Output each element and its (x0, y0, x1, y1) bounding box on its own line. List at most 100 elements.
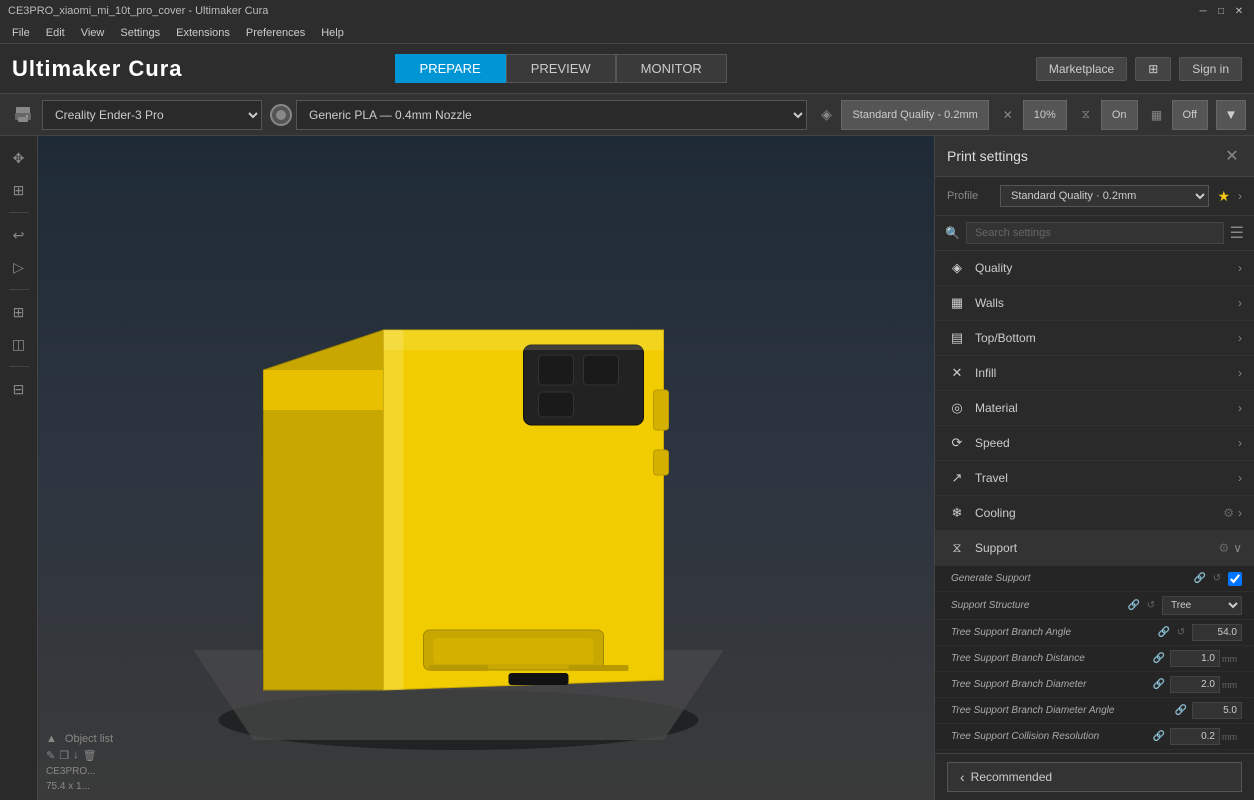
branch-diam-angle-link-icon[interactable]: 🔗 (1174, 704, 1188, 718)
app-container: Ultimaker Cura PREPARE PREVIEW MONITOR M… (0, 44, 1254, 800)
panel-close-button[interactable]: ✕ (1222, 146, 1242, 166)
printer-selector[interactable]: Creality Ender-3 Pro (8, 100, 262, 130)
grid-view-button[interactable]: ⊞ (5, 298, 33, 326)
signin-button[interactable]: Sign in (1179, 57, 1242, 81)
viewport: ▲ Object list ✎ ❐ ↓ 🗑 CE3PRO... (38, 136, 934, 800)
marketplace-button[interactable]: Marketplace (1036, 57, 1127, 81)
profile-select[interactable]: Standard Quality · 0.2mm (1000, 185, 1209, 207)
branch-distance-link-icon[interactable]: 🔗 (1152, 652, 1166, 666)
infill-area[interactable]: ✕ 10% (997, 100, 1067, 130)
quality-chevron-icon[interactable]: › (1238, 261, 1242, 275)
select-tool-button[interactable]: ⊞ (5, 176, 33, 204)
grid-icon[interactable]: ⊞ (1135, 57, 1171, 81)
profile-chevron-icon[interactable]: › (1238, 189, 1242, 203)
settings-menu-button[interactable]: ☰ (1230, 223, 1244, 243)
settings-panel-button[interactable]: ▼ (1216, 100, 1246, 130)
redo-button[interactable]: ▷ (5, 253, 33, 281)
menu-view[interactable]: View (73, 25, 113, 41)
branch-angle-input[interactable] (1192, 624, 1242, 641)
viewport-bottom-bar: ▲ Object list ✎ ❐ ↓ 🗑 CE3PRO... (46, 733, 113, 792)
tab-preview[interactable]: PREVIEW (506, 54, 616, 83)
branch-angle-reset-icon[interactable]: ↺ (1174, 626, 1188, 640)
branch-diam-angle-input[interactable] (1192, 702, 1242, 719)
cooling-chevron-icon[interactable]: › (1238, 506, 1242, 520)
category-walls[interactable]: ▦ Walls › (935, 286, 1254, 321)
object-icons: ✎ ❐ ↓ 🗑 (46, 749, 97, 762)
category-quality[interactable]: ◈ Quality › (935, 251, 1254, 286)
collision-res-input[interactable] (1170, 728, 1220, 745)
toolbar-right: ▼ (1216, 100, 1246, 130)
arrange-button[interactable]: ⊟ (5, 375, 33, 403)
menu-help[interactable]: Help (313, 25, 352, 41)
material-chevron-icon[interactable]: › (1238, 401, 1242, 415)
quality-profile-button[interactable]: Standard Quality - 0.2mm (841, 100, 988, 130)
support-structure-label: Support Structure (951, 600, 1127, 611)
printer-select[interactable]: Creality Ender-3 Pro (42, 100, 262, 130)
category-infill[interactable]: ✕ Infill › (935, 356, 1254, 391)
layer-view-button[interactable]: ◫ (5, 330, 33, 358)
topbottom-chevron-icon[interactable]: › (1238, 331, 1242, 345)
menu-extensions[interactable]: Extensions (168, 25, 238, 41)
menu-preferences[interactable]: Preferences (238, 25, 313, 41)
duplicate-icon[interactable]: ❐ (59, 749, 69, 762)
setting-branch-angle: Tree Support Branch Angle 🔗 ↺ (935, 620, 1254, 646)
title-bar-controls[interactable]: ─ □ ✕ (1196, 4, 1246, 18)
material-selector[interactable]: Generic PLA — 0.4mm Nozzle (270, 100, 807, 130)
infill-button[interactable]: 10% (1023, 100, 1067, 130)
material-select[interactable]: Generic PLA — 0.4mm Nozzle (296, 100, 807, 130)
category-support[interactable]: ⧖ Support ⚙ ∨ (935, 531, 1254, 566)
category-travel[interactable]: ↗ Travel › (935, 461, 1254, 496)
search-input[interactable] (966, 222, 1224, 244)
branch-diameter-link-icon[interactable]: 🔗 (1152, 678, 1166, 692)
branch-diameter-input[interactable] (1170, 676, 1220, 693)
travel-chevron-icon[interactable]: › (1238, 471, 1242, 485)
menu-file[interactable]: File (4, 25, 38, 41)
walls-chevron-icon[interactable]: › (1238, 296, 1242, 310)
delete-icon[interactable]: 🗑 (83, 749, 97, 762)
save-object-icon[interactable]: ↓ (73, 749, 79, 762)
undo-button[interactable]: ↩ (5, 221, 33, 249)
cooling-tune-icon[interactable]: ⚙ (1223, 506, 1234, 520)
category-speed[interactable]: ⟳ Speed › (935, 426, 1254, 461)
category-material[interactable]: ◎ Material › (935, 391, 1254, 426)
support-chevron-icon[interactable]: ∨ (1233, 541, 1242, 555)
adhesion-button[interactable]: Off (1172, 100, 1208, 130)
branch-angle-link-icon[interactable]: 🔗 (1157, 626, 1171, 640)
viewport-canvas[interactable]: ▲ Object list ✎ ❐ ↓ 🗑 CE3PRO... (38, 136, 934, 800)
menu-settings[interactable]: Settings (112, 25, 168, 41)
close-window-button[interactable]: ✕ (1232, 4, 1246, 18)
expand-icon[interactable]: ▲ (46, 733, 57, 745)
generate-support-checkbox[interactable] (1228, 572, 1242, 586)
recommended-button[interactable]: ‹ Recommended (947, 762, 1242, 792)
collision-res-link-icon[interactable]: 🔗 (1152, 730, 1166, 744)
object-list-bar[interactable]: ▲ Object list (46, 733, 113, 745)
support-area[interactable]: ⧖ On (1075, 100, 1138, 130)
support-structure-reset-icon[interactable]: ↺ (1144, 599, 1158, 613)
settings-list: ◈ Quality › ▦ Walls › ▤ Top/Bottom › (935, 251, 1254, 753)
menu-edit[interactable]: Edit (38, 25, 73, 41)
support-icon: ⧖ (1075, 104, 1097, 126)
category-topbottom[interactable]: ▤ Top/Bottom › (935, 321, 1254, 356)
support-button[interactable]: On (1101, 100, 1138, 130)
maximize-button[interactable]: □ (1214, 4, 1228, 18)
tab-prepare[interactable]: PREPARE (395, 54, 506, 83)
profile-row: Profile Standard Quality · 0.2mm ★ › (935, 177, 1254, 216)
edit-icon[interactable]: ✎ (46, 749, 55, 762)
quality-profile-area[interactable]: ◈ Standard Quality - 0.2mm (815, 100, 988, 130)
adhesion-area[interactable]: ▦ Off (1146, 100, 1208, 130)
speed-chevron-icon[interactable]: › (1238, 436, 1242, 450)
generate-support-link-icon[interactable]: 🔗 (1193, 572, 1207, 586)
tab-monitor[interactable]: MONITOR (616, 54, 727, 83)
infill-chevron-icon[interactable]: › (1238, 366, 1242, 380)
generate-support-reset-icon[interactable]: ↺ (1210, 572, 1224, 586)
branch-distance-input[interactable] (1170, 650, 1220, 667)
category-cooling[interactable]: ❄ Cooling ⚙ › (935, 496, 1254, 531)
setting-branch-diameter: Tree Support Branch Diameter 🔗 mm (935, 672, 1254, 698)
speed-category-icon: ⟳ (947, 433, 967, 453)
support-tune-icon[interactable]: ⚙ (1218, 541, 1229, 555)
move-tool-button[interactable]: ✥ (5, 144, 33, 172)
profile-star-icon[interactable]: ★ (1217, 188, 1230, 205)
minimize-button[interactable]: ─ (1196, 4, 1210, 18)
support-structure-dropdown[interactable]: Tree (1162, 596, 1242, 615)
support-structure-link-icon[interactable]: 🔗 (1127, 599, 1141, 613)
